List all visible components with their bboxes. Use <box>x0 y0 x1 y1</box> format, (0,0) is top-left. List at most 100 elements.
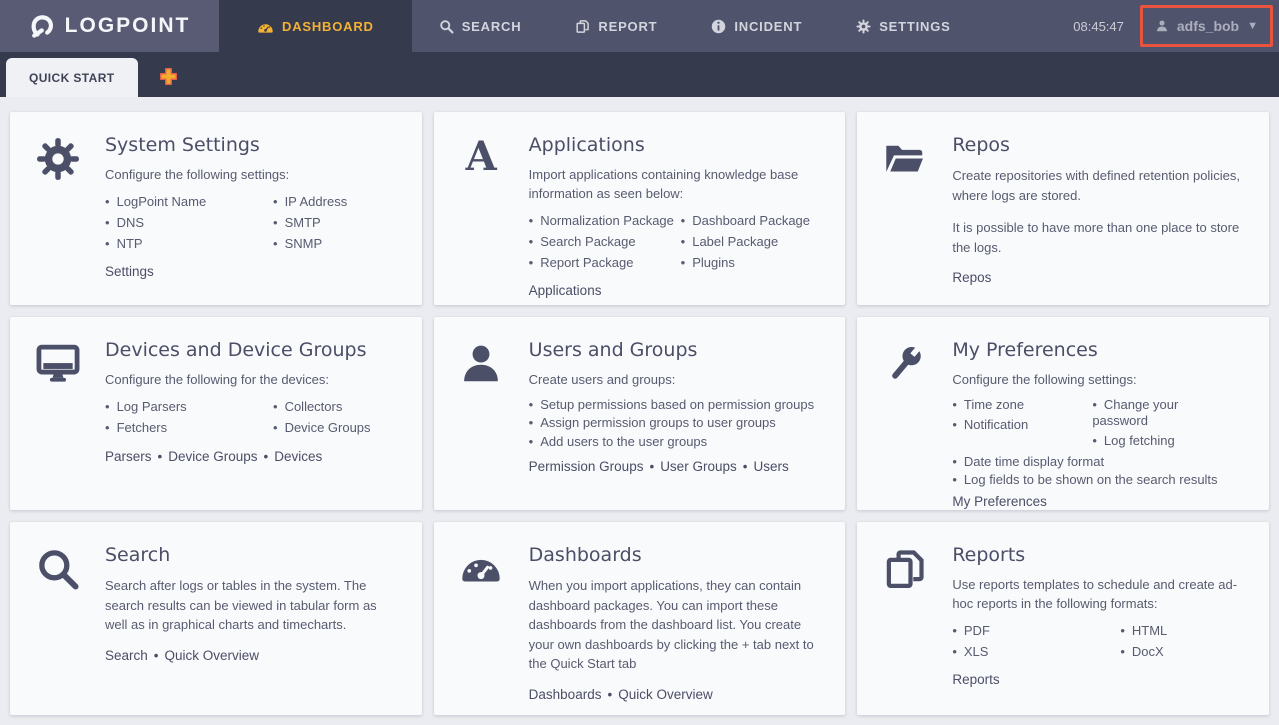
tab-quick-start[interactable]: QUICK START <box>6 58 138 97</box>
search-icon <box>10 544 105 705</box>
gear-icon <box>856 19 871 34</box>
bullet-item: •LogPoint Name <box>105 194 273 210</box>
card-links: Settings <box>105 264 398 279</box>
card-paragraph: When you import applications, they can c… <box>529 576 822 674</box>
card-title: Repos <box>952 134 1245 156</box>
card-users-groups: Users and Groups Create users and groups… <box>434 317 846 510</box>
bullet-item: •SNMP <box>273 236 398 252</box>
card-title: Devices and Device Groups <box>105 339 398 361</box>
bullet-item: •Log fields to be shown on the search re… <box>952 472 1245 488</box>
card-title: Search <box>105 544 398 566</box>
user-avatar-icon <box>1155 19 1169 33</box>
gauge-icon <box>434 544 529 705</box>
nav-item-report[interactable]: REPORT <box>548 0 684 52</box>
card-intro: Configure the following settings: <box>105 166 398 185</box>
open-folder-icon <box>857 134 952 295</box>
bullet-item: •Dashboard Package <box>681 213 822 229</box>
bullet-item: •Fetchers <box>105 420 273 436</box>
navbar-right: 08:45:47 adfs_bob ▼ <box>1073 0 1279 52</box>
card-links: Parsers•Device Groups•Devices <box>105 449 398 464</box>
logpoint-logo-icon <box>29 13 56 40</box>
gear-icon <box>10 134 105 295</box>
nav-item-search[interactable]: SEARCH <box>412 0 549 52</box>
card-intro: Use reports templates to schedule and cr… <box>952 576 1245 614</box>
card-title: Dashboards <box>529 544 822 566</box>
card-links: Reports <box>952 672 1245 687</box>
nav-label: SETTINGS <box>879 19 950 34</box>
red-highlight-box: adfs_bob ▼ <box>1140 5 1273 47</box>
repos-link[interactable]: Repos <box>952 270 991 285</box>
card-grid: System Settings Configure the following … <box>10 112 1269 715</box>
main-nav: DASHBOARD SEARCH REPORT <box>219 0 978 52</box>
monitor-icon <box>10 339 105 500</box>
quick-overview-link[interactable]: Quick Overview <box>618 687 713 702</box>
bullet-columns: •Log Parsers •Fetchers •Collectors •Devi… <box>105 397 398 439</box>
bullet-item: •Setup permissions based on permission g… <box>529 397 822 413</box>
device-groups-link[interactable]: Device Groups <box>168 449 257 464</box>
bullet-item: •Report Package <box>529 255 681 271</box>
quick-start-content: System Settings Configure the following … <box>0 97 1279 715</box>
bullet-item: •Change your password <box>1092 397 1230 429</box>
card-links: Permission Groups•User Groups•Users <box>529 459 822 474</box>
bullet-item: •SMTP <box>273 215 398 231</box>
my-preferences-link[interactable]: My Preferences <box>952 494 1047 509</box>
dashboards-link[interactable]: Dashboards <box>529 687 602 702</box>
wrench-icon <box>857 339 952 500</box>
bullet-columns: •Time zone •Notification •Change your pa… <box>952 395 1245 451</box>
search-icon <box>439 19 454 34</box>
applications-link[interactable]: Applications <box>529 283 602 298</box>
user-name: adfs_bob <box>1177 18 1239 34</box>
chevron-down-icon: ▼ <box>1247 20 1258 32</box>
bullet-item: •Log fetching <box>1092 433 1230 449</box>
card-devices: Devices and Device Groups Configure the … <box>10 317 422 510</box>
logpoint-logo[interactable]: LOGPOINT <box>0 0 219 52</box>
bullet-columns: •Normalization Package •Search Package •… <box>529 211 822 274</box>
card-intro: Configure the following settings: <box>952 371 1245 390</box>
search-link[interactable]: Search <box>105 648 148 663</box>
card-system-settings: System Settings Configure the following … <box>10 112 422 305</box>
bullet-item: •Label Package <box>681 234 822 250</box>
card-title: My Preferences <box>952 339 1245 361</box>
bullet-item: •PDF <box>952 623 1120 639</box>
copy-pages-icon <box>857 544 952 705</box>
card-links: Dashboards•Quick Overview <box>529 687 822 702</box>
reports-link[interactable]: Reports <box>952 672 999 687</box>
card-paragraph: Search after logs or tables in the syste… <box>105 576 398 635</box>
card-applications: A Applications Import applications conta… <box>434 112 846 305</box>
card-my-preferences: My Preferences Configure the following s… <box>857 317 1269 510</box>
devices-link[interactable]: Devices <box>274 449 322 464</box>
add-dashboard-button[interactable] <box>159 67 178 86</box>
bullet-item: •Add users to the user groups <box>529 434 822 450</box>
letter-a-icon: A <box>434 134 529 295</box>
card-reports: Reports Use reports templates to schedul… <box>857 522 1269 715</box>
users-link[interactable]: Users <box>753 459 788 474</box>
card-title: Applications <box>529 134 822 156</box>
bullet-item: •Normalization Package <box>529 213 681 229</box>
bullet-item: •Log Parsers <box>105 399 273 415</box>
nav-item-incident[interactable]: INCIDENT <box>684 0 829 52</box>
plus-icon <box>159 67 178 86</box>
parsers-link[interactable]: Parsers <box>105 449 152 464</box>
bullet-item: •Collectors <box>273 399 398 415</box>
bullet-item: •Plugins <box>681 255 822 271</box>
bullet-item: •DocX <box>1120 644 1245 660</box>
bullet-item: •Search Package <box>529 234 681 250</box>
card-links: Search•Quick Overview <box>105 648 398 663</box>
card-links: Repos <box>952 270 1245 285</box>
card-links: Applications <box>529 283 822 298</box>
report-pages-icon <box>575 19 590 34</box>
nav-item-dashboard[interactable]: DASHBOARD <box>219 0 412 52</box>
card-dashboards: Dashboards When you import applications,… <box>434 522 846 715</box>
card-repos: Repos Create repositories with defined r… <box>857 112 1269 305</box>
user-menu[interactable]: adfs_bob ▼ <box>1143 18 1270 34</box>
settings-link[interactable]: Settings <box>105 264 154 279</box>
user-groups-link[interactable]: User Groups <box>660 459 737 474</box>
permission-groups-link[interactable]: Permission Groups <box>529 459 644 474</box>
brand-text: LOGPOINT <box>65 14 191 38</box>
bullet-columns: •PDF •XLS •HTML •DocX <box>952 621 1245 663</box>
nav-label: SEARCH <box>462 19 522 34</box>
quick-overview-link[interactable]: Quick Overview <box>165 648 260 663</box>
nav-item-settings[interactable]: SETTINGS <box>829 0 977 52</box>
bullet-item: •NTP <box>105 236 273 252</box>
card-paragraph: It is possible to have more than one pla… <box>952 218 1245 257</box>
